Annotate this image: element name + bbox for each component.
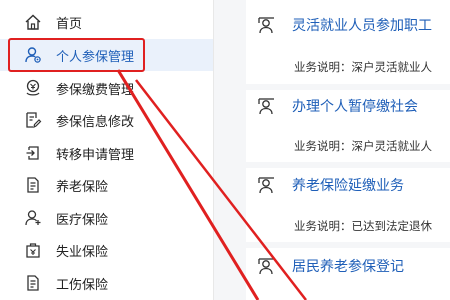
person-service-icon <box>256 175 278 195</box>
service-title-text: 居民养老参保登记 <box>292 259 404 275</box>
person-service-icon <box>256 15 278 35</box>
sidebar-item-medical[interactable]: 医疗保险 <box>0 202 213 234</box>
sidebar-item-label: 医疗保险 <box>56 212 109 228</box>
document-icon <box>24 274 42 292</box>
service-card-title[interactable]: 养老保险延缴业务 <box>256 174 404 196</box>
sidebar-item-label: 失业保险 <box>56 244 109 260</box>
sidebar-item-label: 工伤保险 <box>56 277 109 293</box>
service-title-text: 办理个人暂停缴社会 <box>292 99 418 115</box>
service-card-title[interactable]: 办理个人暂停缴社会 <box>256 95 418 117</box>
service-card-desc: 业务说明：深户灵活就业人 <box>294 60 432 74</box>
sidebar-item-label: 养老保险 <box>56 179 109 195</box>
person-settings-icon <box>24 46 42 64</box>
transfer-icon <box>24 144 42 162</box>
home-icon <box>24 13 42 31</box>
sidebar-item-pension[interactable]: 养老保险 <box>0 169 213 201</box>
sidebar-item-transfer[interactable]: 转移申请管理 <box>0 137 213 169</box>
person-service-icon <box>256 96 278 116</box>
sidebar-item-label: 转移申请管理 <box>56 147 135 163</box>
person-plus-icon <box>24 209 42 227</box>
document-icon <box>24 176 42 194</box>
sidebar-item-unemployment[interactable]: 失业保险 <box>0 234 213 266</box>
unemployment-icon <box>24 241 42 259</box>
service-title-text: 养老保险延缴业务 <box>292 178 404 194</box>
sidebar-item-payment[interactable]: 参保缴费管理 <box>0 72 213 104</box>
card-divider <box>246 162 450 168</box>
service-title-text: 灵活就业人员参加职工 <box>292 18 432 34</box>
card-divider <box>246 242 450 248</box>
sidebar-item-personal-insurance[interactable]: 个人参保管理 <box>0 39 213 71</box>
service-card-title[interactable]: 灵活就业人员参加职工 <box>256 14 432 36</box>
content-gutter <box>214 0 246 300</box>
edit-document-icon <box>24 111 42 129</box>
sidebar-item-label: 个人参保管理 <box>56 49 135 65</box>
card-divider <box>246 84 450 90</box>
service-card-desc: 业务说明：已达到法定退休 <box>294 219 432 233</box>
sidebar-item-home[interactable]: 首页 <box>0 6 213 38</box>
service-card-desc: 业务说明：深户灵活就业人 <box>294 139 432 153</box>
payment-icon <box>24 79 42 97</box>
person-service-icon <box>256 256 278 276</box>
sidebar-item-work-injury[interactable]: 工伤保险 <box>0 267 213 299</box>
sidebar-item-label: 参保信息修改 <box>56 114 135 130</box>
sidebar-item-label: 参保缴费管理 <box>56 82 135 98</box>
service-card-title[interactable]: 居民养老参保登记 <box>256 255 404 277</box>
service-list: 灵活就业人员参加职工 业务说明：深户灵活就业人 办理个人暂停缴社会 业务说明：深… <box>246 0 450 300</box>
sidebar-item-label: 首页 <box>56 16 83 32</box>
sidebar: 首页 个人参保管理 参保缴费管理 参保信息修改 转移申请管理 养老保险 医疗保险… <box>0 0 214 300</box>
sidebar-item-edit-info[interactable]: 参保信息修改 <box>0 104 213 136</box>
